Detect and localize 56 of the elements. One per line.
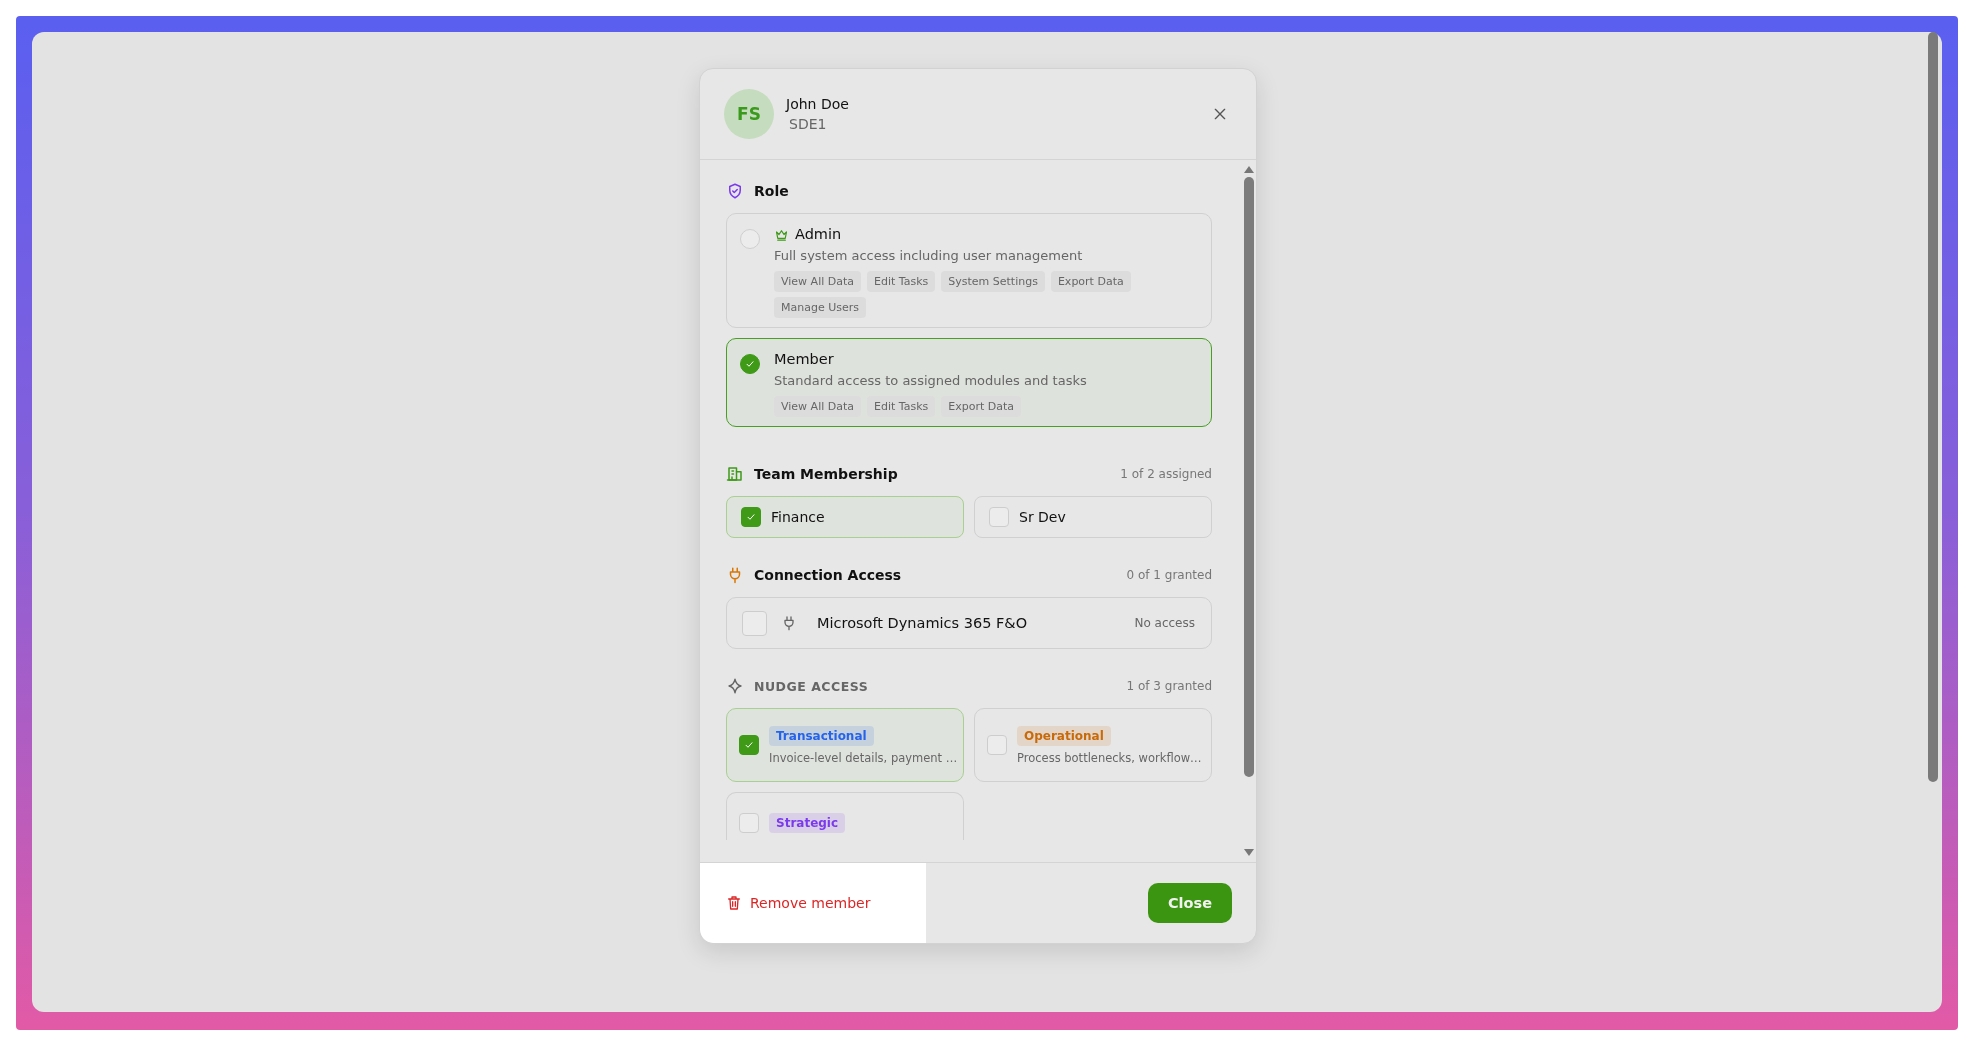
member-name: John Doe — [786, 96, 850, 112]
permission-tag: Edit Tasks — [867, 271, 936, 292]
permission-tag: Export Data — [1050, 271, 1131, 292]
section-title: Connection Access — [754, 567, 903, 583]
nudge-tag: Operational — [1017, 725, 1111, 746]
count-label: 1 of 2 assigned — [1120, 467, 1212, 481]
check-icon — [745, 511, 757, 523]
sparkle-icon — [726, 677, 744, 695]
permission-tag: Export Data — [941, 396, 1022, 417]
connection-option[interactable]: Microsoft Dynamics 365 F&O No access — [726, 597, 1212, 649]
nudge-option[interactable]: Transactional Invoice-level details, payment … — [726, 708, 964, 782]
checkbox[interactable] — [989, 507, 1009, 527]
radio-button[interactable] — [740, 354, 760, 374]
section-title: Role — [754, 183, 790, 199]
permission-tag: View All Data — [774, 271, 861, 292]
close-icon — [1212, 106, 1228, 122]
nudge-option[interactable]: Strategic — [726, 792, 964, 840]
connection-name: Microsoft Dynamics 365 F&O — [816, 615, 1029, 631]
checkbox[interactable] — [739, 813, 759, 833]
role-name: Admin — [795, 226, 842, 242]
role-name: Member — [774, 351, 834, 367]
radio-button[interactable] — [740, 229, 760, 249]
plug-icon — [781, 614, 797, 632]
nudge-tag: Transactional — [769, 725, 874, 746]
count-label: 1 of 3 granted — [1126, 679, 1212, 693]
permission-tag: System Settings — [941, 271, 1045, 292]
count-label: 0 of 1 granted — [1126, 568, 1212, 582]
check-icon — [744, 358, 756, 370]
section-title: Team Membership — [754, 466, 899, 482]
scrollbar[interactable] — [1928, 32, 1938, 782]
role-option[interactable]: Member Standard access to assigned modules and tasks View All Data Edit Tasks Export Data — [726, 338, 1212, 427]
remove-member-button[interactable]: Remove member — [700, 863, 926, 943]
checkbox[interactable] — [987, 735, 1007, 755]
check-icon — [743, 739, 755, 751]
checkbox[interactable] — [739, 735, 759, 755]
avatar: FS — [724, 89, 774, 139]
nudge-description: Invoice-level details, payment … — [769, 750, 958, 765]
permission-tag: Manage Users — [774, 297, 866, 318]
nudge-tag: Strategic — [769, 813, 846, 833]
permission-tag: Edit Tasks — [867, 396, 936, 417]
section-title: NUDGE ACCESS — [754, 678, 870, 694]
member-title: SDE1 — [788, 116, 828, 132]
role-description: Full system access including user management — [774, 248, 1084, 263]
access-status: No access — [1134, 616, 1195, 630]
nudge-option[interactable]: Operational Process bottlenecks, workflow… — [974, 708, 1212, 782]
permission-tag: View All Data — [774, 396, 861, 417]
role-description: Standard access to assigned modules and tasks — [774, 373, 1088, 388]
shield-icon — [726, 182, 744, 200]
team-option[interactable]: Finance — [726, 496, 964, 538]
nudge-description: Process bottlenecks, workflow… — [1017, 750, 1202, 765]
team-option[interactable]: Sr Dev — [974, 496, 1212, 538]
building-icon — [726, 465, 744, 483]
role-option[interactable]: Admin Full system access including user management View All Data Edit Tasks System Settings Export Data Manage Users — [726, 213, 1212, 328]
checkbox[interactable] — [742, 610, 767, 636]
trash-icon — [726, 895, 742, 911]
checkbox[interactable] — [741, 507, 761, 527]
